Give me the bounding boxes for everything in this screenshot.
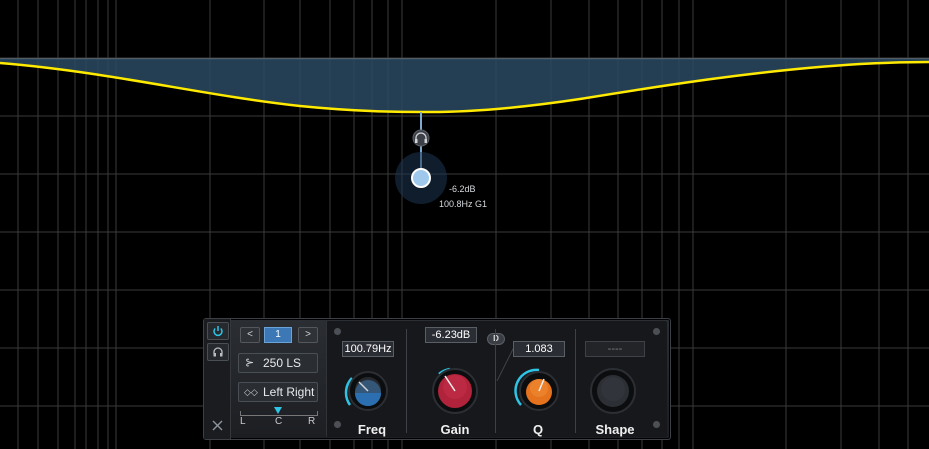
- freq-knob[interactable]: [340, 363, 396, 419]
- shape-knob[interactable]: [585, 363, 641, 419]
- freq-value[interactable]: 100.79Hz: [342, 341, 394, 357]
- shape-label: Shape: [595, 422, 635, 437]
- filter-type-selector[interactable]: ⊱ 250 LS: [238, 353, 318, 373]
- gain-knob[interactable]: [425, 361, 485, 421]
- q-value[interactable]: 1.083: [513, 341, 565, 357]
- screw: [652, 327, 661, 336]
- divider: [406, 329, 407, 433]
- gain-section: -6.23dB Gain: [413, 327, 497, 437]
- stereo-link-icon: ◇◇: [244, 387, 258, 397]
- eq-curve-fill: [0, 59, 929, 112]
- shape-section: ---- Shape: [579, 327, 651, 437]
- q-label: Q: [532, 422, 544, 437]
- solo-headphones-icon[interactable]: [207, 343, 229, 361]
- prev-band-button[interactable]: <: [240, 327, 260, 343]
- band-1-handle[interactable]: [411, 168, 431, 188]
- q-section: 1.083 Q: [503, 327, 573, 437]
- band-editor-panel: < 1 > ⊱ 250 LS ◇◇ Left Right L C R 100.7…: [203, 318, 671, 440]
- q-knob[interactable]: [511, 363, 567, 419]
- band-side-controls: [204, 319, 231, 439]
- divider: [495, 329, 496, 433]
- knob-area: 100.79Hz Freq -6.23dB Gain D 1.083 Q ---…: [326, 321, 667, 437]
- pan-left-label: L: [240, 416, 246, 427]
- close-icon[interactable]: [207, 417, 227, 433]
- shape-value[interactable]: ----: [585, 341, 645, 357]
- pan-right-label: R: [308, 416, 316, 427]
- gain-label: Gain: [440, 422, 470, 437]
- freq-label: Freq: [357, 422, 387, 437]
- next-band-button[interactable]: >: [298, 327, 318, 343]
- pan-slider-handle[interactable]: [274, 407, 282, 414]
- headphones-icon[interactable]: [412, 129, 430, 147]
- filter-type-label: 250 LS: [263, 356, 302, 370]
- screw: [652, 420, 661, 429]
- pan-center-label: C: [275, 416, 283, 427]
- channel-mode-selector[interactable]: ◇◇ Left Right: [238, 382, 318, 402]
- freq-section: 100.79Hz Freq: [337, 327, 407, 437]
- filter-shape-icon: ⊱: [245, 357, 255, 369]
- band-freq-readout: 100.8Hz G1: [439, 199, 487, 209]
- channel-mode-label: Left Right: [263, 385, 315, 399]
- band-number[interactable]: 1: [264, 327, 292, 343]
- band-gain-readout: -6.2dB: [449, 184, 476, 194]
- power-icon[interactable]: [207, 322, 229, 340]
- divider: [575, 329, 576, 433]
- gain-value[interactable]: -6.23dB: [425, 327, 477, 343]
